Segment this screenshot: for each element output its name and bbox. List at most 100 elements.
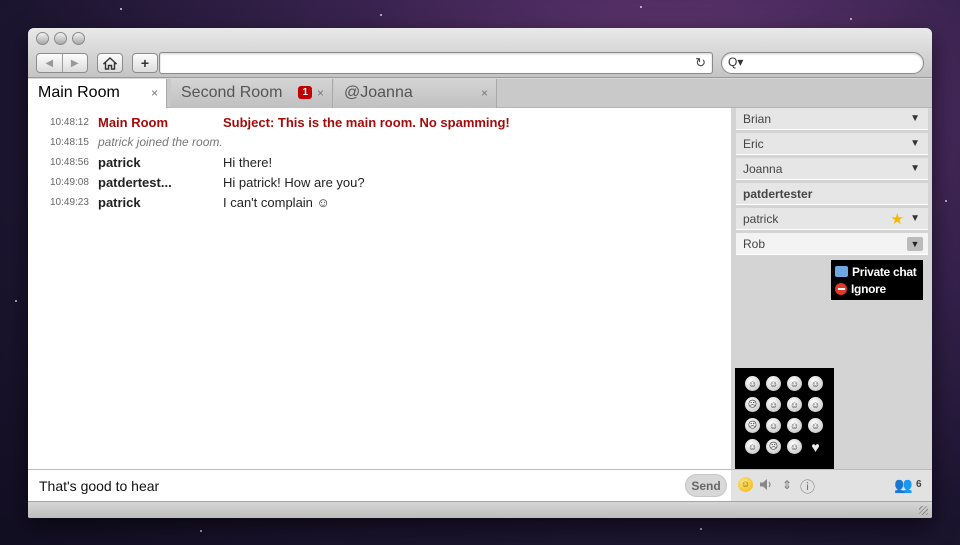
chat-message: 10:48:56 patrick Hi there! <box>28 154 728 172</box>
chat-message: 10:48:12 Main Room Subject: This is the … <box>28 114 728 132</box>
chat-bubble-icon <box>835 266 848 277</box>
reload-icon[interactable]: ↻ <box>695 55 706 71</box>
browser-toolbar: ◀ ▶ + ↻ Q▾ <box>28 28 932 78</box>
menu-item-label: Ignore <box>851 281 886 296</box>
sound-icon[interactable] <box>759 478 774 494</box>
user-context-menu: Private chat Ignore <box>831 260 923 300</box>
timestamp: 10:48:15 <box>50 137 89 148</box>
tab-label: Second Room <box>181 84 283 101</box>
browser-window: ◀ ▶ + ↻ Q▾ Main Room × Second Room 1 × @… <box>28 28 932 518</box>
speaker-icon <box>760 479 771 490</box>
angry-face-icon[interactable]: ☹ <box>766 439 781 454</box>
room-tabs: Main Room × Second Room 1 × @Joanna × <box>28 79 932 109</box>
menu-item-private-chat[interactable]: Private chat <box>835 263 919 280</box>
tab-joanna[interactable]: @Joanna × <box>334 79 497 108</box>
money-face-icon[interactable]: ☺ <box>808 418 823 433</box>
zoom-window-button[interactable] <box>72 32 85 45</box>
forward-arrow-icon[interactable]: ▶ <box>61 54 88 72</box>
send-button[interactable]: Send <box>685 474 727 497</box>
roster-user-rob[interactable]: Rob ▼ <box>736 233 928 255</box>
timestamp: 10:48:56 <box>50 157 89 168</box>
users-icon[interactable]: 👥 <box>894 476 913 494</box>
tab-second-room[interactable]: Second Room 1 × <box>171 79 333 108</box>
close-icon[interactable]: × <box>317 86 324 100</box>
glasses-face-icon[interactable]: ☺ <box>745 439 760 454</box>
message-input[interactable] <box>28 470 731 501</box>
message-input-bar: Send ☺ ⇕ ⓘ 👥 6 <box>28 469 932 501</box>
dropdown-arrow-icon[interactable]: ▼ <box>910 138 920 149</box>
nickname: patrick <box>98 155 141 170</box>
dropdown-arrow-icon[interactable]: ▼ <box>910 163 920 174</box>
home-button[interactable] <box>97 53 123 73</box>
search-icon: Q▾ <box>728 55 744 69</box>
devil-face-icon[interactable]: ☺ <box>787 439 802 454</box>
resize-grip-icon[interactable] <box>919 506 928 515</box>
roster-user-joanna[interactable]: Joanna ▼ <box>736 158 928 180</box>
menu-item-label: Private chat <box>852 264 917 279</box>
close-window-button[interactable] <box>36 32 49 45</box>
emoticon-picker: ☺ ☺ ☺ ☺ ☹ ☺ ☺ ☺ ☹ ☺ ☺ ☺ ☺ ☹ ☺ ♥ <box>735 368 834 470</box>
heart-icon[interactable]: ♥ <box>808 439 823 455</box>
close-icon[interactable]: × <box>481 86 488 100</box>
timestamp: 10:49:23 <box>50 197 89 208</box>
smiley-icon[interactable]: ☺ <box>808 397 823 412</box>
roster-user-name: patrick <box>743 212 779 226</box>
smiley-icon[interactable]: ☺ <box>766 397 781 412</box>
nickname: Main Room <box>98 115 169 130</box>
user-count: 6 <box>916 479 922 490</box>
smiley-icon[interactable]: ☺ <box>787 376 802 391</box>
cool-face-icon[interactable]: ☺ <box>787 418 802 433</box>
dropdown-arrow-icon[interactable]: ▼ <box>910 213 920 224</box>
url-bar[interactable]: ↻ <box>159 52 713 74</box>
roster-user-name: Brian <box>743 112 772 126</box>
dropdown-arrow-icon[interactable]: ▼ <box>910 113 920 124</box>
stepper-icon[interactable]: ⇕ <box>782 478 792 492</box>
smiley-icon[interactable]: ☺ <box>766 376 781 391</box>
chat-log: 10:48:12 Main Room Subject: This is the … <box>28 108 731 469</box>
roster-user-self: patdertester <box>736 183 928 205</box>
sad-face-icon[interactable]: ☹ <box>745 418 760 433</box>
tab-main-room[interactable]: Main Room × <box>28 79 167 109</box>
add-bookmark-button[interactable]: + <box>132 53 158 73</box>
roster-user-name: patdertester <box>743 187 813 201</box>
roster-user-patrick[interactable]: patrick ★ ▼ <box>736 208 928 230</box>
search-field[interactable]: Q▾ <box>721 52 924 74</box>
close-icon[interactable]: × <box>151 86 158 100</box>
info-icon[interactable]: ⓘ <box>800 476 815 497</box>
smiley-icon[interactable]: ☺ <box>766 418 781 433</box>
nickname: patdertest... <box>98 175 172 190</box>
menu-item-ignore[interactable]: Ignore <box>835 280 919 297</box>
roster-user-name: Eric <box>743 137 764 151</box>
home-icon <box>103 56 117 70</box>
roster-user-brian[interactable]: Brian ▼ <box>736 108 928 130</box>
smiley-icon[interactable]: ☺ <box>808 376 823 391</box>
timestamp: 10:49:08 <box>50 177 89 188</box>
star-icon: ★ <box>890 211 904 228</box>
message-text: Subject: This is the main room. No spamm… <box>223 115 510 130</box>
unread-badge: 1 <box>298 86 312 99</box>
minimize-window-button[interactable] <box>54 32 67 45</box>
sad-face-icon[interactable]: ☹ <box>745 397 760 412</box>
roster-user-name: Joanna <box>743 162 783 176</box>
roster-user-eric[interactable]: Eric ▼ <box>736 133 928 155</box>
smiley-icon[interactable]: ☺ <box>745 376 760 391</box>
message-text: Hi there! <box>223 155 273 170</box>
nav-buttons: ◀ ▶ <box>36 53 88 73</box>
smiley-icon[interactable]: ☺ <box>787 397 802 412</box>
dropdown-arrow-icon[interactable]: ▼ <box>907 237 923 251</box>
ignore-icon <box>835 282 847 295</box>
nickname: patrick <box>98 195 141 210</box>
message-text: I can't complain ☺ <box>223 195 330 210</box>
smiley-icon[interactable]: ☺ <box>738 477 753 492</box>
back-arrow-icon[interactable]: ◀ <box>37 54 62 72</box>
status-bar <box>28 501 932 518</box>
chat-message: 10:49:23 patrick I can't complain ☺ <box>28 194 728 212</box>
tab-label: @Joanna <box>344 84 413 101</box>
join-notice: patrick joined the room. <box>98 135 223 149</box>
roster-user-name: Rob <box>743 237 766 251</box>
chat-message: 10:48:15 patrick joined the room. <box>28 134 728 152</box>
chat-message: 10:49:08 patdertest... Hi patrick! How a… <box>28 174 728 192</box>
timestamp: 10:48:12 <box>50 117 89 128</box>
window-controls <box>36 32 85 45</box>
tab-label: Main Room <box>38 84 120 101</box>
